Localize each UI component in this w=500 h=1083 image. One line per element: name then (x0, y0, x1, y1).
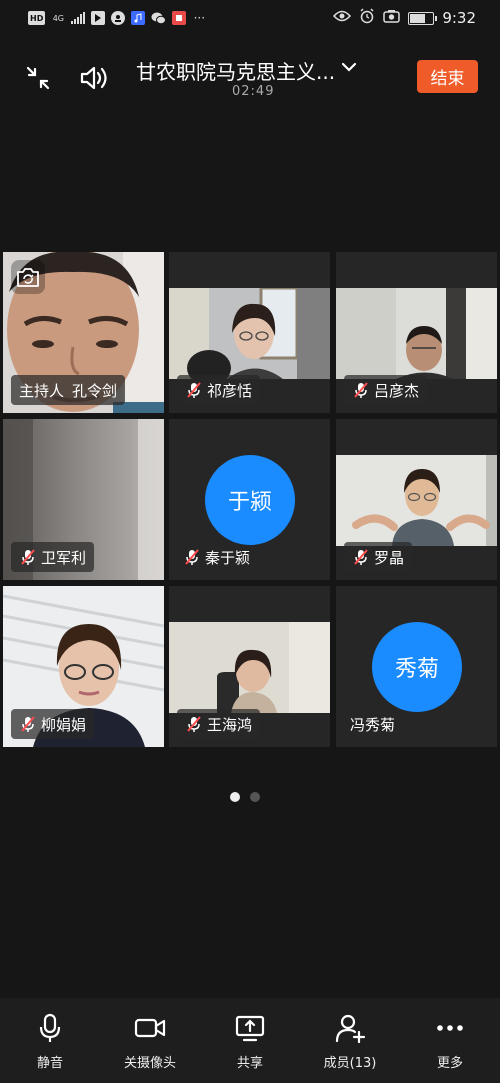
participant-video (169, 288, 330, 379)
battery-icon (408, 11, 438, 25)
participant-name-chip: 罗晶 (344, 542, 413, 572)
eye-icon (333, 10, 352, 26)
participant-tile[interactable]: 王海鸿 (169, 586, 330, 747)
participant-name: 秦于颍 (205, 548, 251, 567)
app-icon (111, 11, 126, 25)
participant-name-chip: 冯秀菊 (344, 709, 403, 739)
participant-video (169, 622, 330, 713)
mute-button[interactable]: 静音 (0, 998, 100, 1083)
tiktok-icon (91, 11, 106, 25)
add-member-icon (335, 1014, 366, 1044)
participant-name-chip: 卫军利 (11, 542, 95, 572)
participant-name: 祁彦恬 (207, 381, 253, 400)
speaker-button[interactable] (76, 60, 112, 96)
participant-name: 冯秀菊 (350, 715, 396, 734)
camera-off-button[interactable]: 关摄像头 (100, 998, 200, 1083)
alarm-icon (359, 8, 375, 28)
participant-name-chip: 秦于颍 (177, 542, 258, 572)
minimize-icon (26, 66, 50, 90)
participant-name: 卫军利 (41, 548, 87, 567)
camera-status-icon (383, 9, 401, 27)
hd-icon: HD (28, 11, 46, 25)
mic-off-icon (354, 382, 368, 398)
mic-off-icon (187, 716, 201, 732)
system-icons: 9:32 (333, 8, 476, 28)
mute-label: 静音 (36, 1056, 63, 1071)
share-button[interactable]: 共享 (200, 998, 300, 1083)
participant-tile[interactable]: 柳娟娟 (3, 586, 164, 747)
participant-name-chip: 王海鸿 (177, 709, 261, 739)
mic-off-icon (21, 549, 35, 565)
participant-tile[interactable]: 罗晶 (336, 419, 497, 580)
meeting-toolbar: 静音 关摄像头 共享 成员(13) 更多 (0, 998, 500, 1083)
participant-tile[interactable]: 于颍 秦于颍 (169, 419, 330, 580)
notification-icons: HD 4G ··· (28, 11, 206, 25)
participant-name-chip: 柳娟娟 (11, 709, 95, 739)
red-app-icon (172, 11, 187, 25)
network-4g-icon: 4G (52, 13, 64, 23)
more-button[interactable]: 更多 (400, 998, 500, 1083)
camera-label: 关摄像头 (123, 1056, 176, 1071)
participant-tile[interactable]: 秀菊 冯秀菊 (336, 586, 497, 747)
meeting-title[interactable]: 甘农职院马克思主义... (136, 56, 335, 85)
chevron-down-icon[interactable] (338, 56, 360, 78)
mic-off-icon (185, 549, 199, 565)
participant-tile[interactable]: 主持人 孔令剑 (3, 252, 164, 413)
more-notifications-icon: ··· (193, 11, 206, 25)
participant-name-chip: 主持人 孔令剑 (11, 375, 126, 405)
members-label: 成员(13) (323, 1056, 377, 1071)
participant-name: 柳娟娟 (41, 715, 87, 734)
share-label: 共享 (236, 1056, 263, 1071)
participant-tile[interactable]: 祁彦恬 (169, 252, 330, 413)
page-dot-2[interactable] (250, 792, 260, 802)
signal-icon (71, 11, 86, 25)
participant-name: 王海鸿 (207, 715, 253, 734)
clock: 9:32 (442, 9, 476, 27)
video-camera-icon (134, 1018, 166, 1038)
share-screen-icon (235, 1015, 265, 1042)
participant-avatar: 秀菊 (372, 622, 462, 712)
participant-name-chip: 吕彦杰 (344, 375, 428, 405)
members-button[interactable]: 成员(13) (300, 998, 400, 1083)
page-indicator (230, 792, 260, 802)
participant-name-chip: 祁彦恬 (177, 375, 261, 405)
microphone-icon (39, 1013, 61, 1042)
host-label: 主持人 (19, 381, 65, 400)
participant-name: 孔令剑 (72, 381, 118, 400)
music-app-icon (131, 11, 146, 25)
more-dots-icon (437, 1025, 463, 1031)
participant-tile[interactable]: 吕彦杰 (336, 252, 497, 413)
page-dot-1[interactable] (230, 792, 240, 802)
meeting-timer: 02:49 (232, 84, 275, 99)
minimize-button[interactable] (20, 60, 56, 96)
wechat-icon (151, 11, 167, 25)
end-meeting-button[interactable]: 结束 (417, 60, 478, 93)
status-bar: HD 4G ··· 9:32 (0, 0, 500, 36)
switch-camera-icon (17, 268, 39, 287)
participant-avatar: 于颍 (205, 455, 295, 545)
participant-tile[interactable]: 卫军利 (3, 419, 164, 580)
participant-name: 吕彦杰 (374, 381, 420, 400)
mic-off-icon (21, 716, 35, 732)
participant-video (336, 455, 497, 546)
switch-camera-button[interactable] (11, 260, 45, 294)
participant-video (336, 288, 497, 379)
speaker-icon (80, 66, 107, 90)
participant-name: 罗晶 (374, 548, 405, 567)
mic-off-icon (354, 549, 368, 565)
mic-off-icon (187, 382, 201, 398)
meeting-header: 甘农职院马克思主义... 02:49 结束 (0, 44, 500, 114)
more-label: 更多 (436, 1056, 463, 1071)
